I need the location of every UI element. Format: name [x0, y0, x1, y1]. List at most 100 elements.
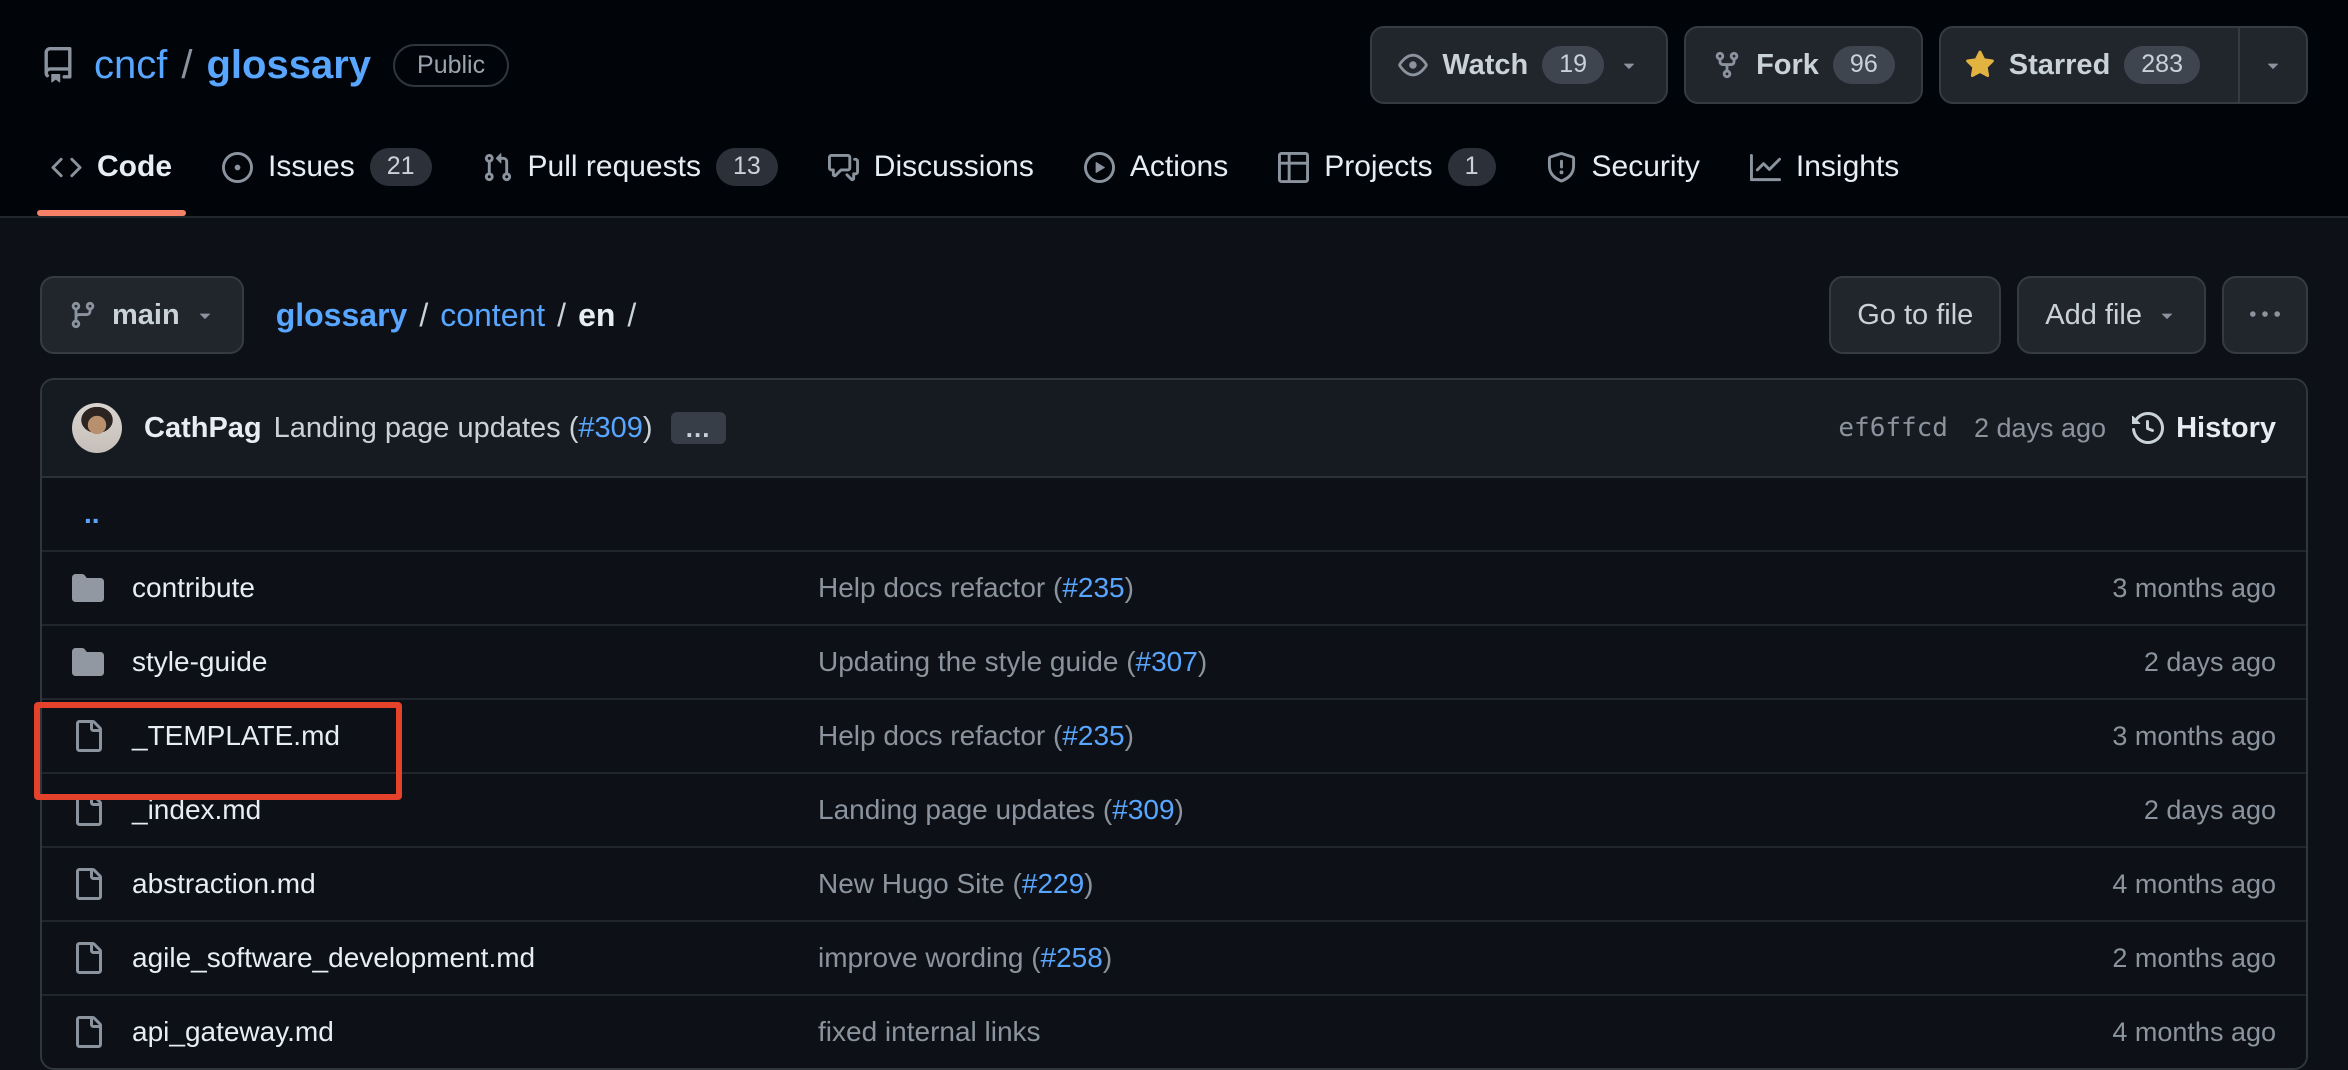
table-row-highlighted: _TEMPLATE.md Help docs refactor (#235) 3…: [42, 698, 2306, 772]
file-name-link[interactable]: _index.md: [132, 794, 261, 826]
branch-name: main: [112, 299, 180, 332]
file-name-link[interactable]: contribute: [132, 572, 255, 604]
tab-label: Discussions: [874, 150, 1034, 184]
age-cell: 3 months ago: [1986, 721, 2276, 752]
pr-link[interactable]: #309: [1112, 794, 1174, 825]
commit-message-cell[interactable]: Updating the style guide (#307): [818, 646, 1986, 678]
age-cell: 2 months ago: [1986, 943, 2276, 974]
pr-link[interactable]: #235: [1062, 572, 1124, 603]
table-row: _index.md Landing page updates (#309) 2 …: [42, 772, 2306, 846]
tab-security[interactable]: Security: [1528, 118, 1718, 216]
issues-count: 21: [370, 148, 432, 186]
commit-pr-link[interactable]: #309: [578, 412, 643, 444]
commit-message-cell[interactable]: New Hugo Site (#229): [818, 868, 1986, 900]
repo-header: cncf / glossary Public Watch 19 Fork 96 …: [0, 0, 2348, 218]
commit-message[interactable]: Landing page updates (#309): [274, 412, 653, 445]
file-name-link[interactable]: _TEMPLATE.md: [132, 720, 340, 752]
fork-icon: [1712, 50, 1742, 80]
commit-message-text: ): [1125, 572, 1134, 603]
star-label: Starred: [2009, 49, 2111, 82]
file-table: CathPag Landing page updates (#309) … ef…: [40, 378, 2308, 1070]
fork-label: Fork: [1756, 49, 1819, 82]
watch-count: 19: [1542, 46, 1604, 84]
git-branch-icon: [68, 300, 98, 330]
chevron-down-icon: [2262, 54, 2284, 76]
file-name-link[interactable]: api_gateway.md: [132, 1016, 334, 1048]
file-name-link[interactable]: abstraction.md: [132, 868, 316, 900]
folder-icon: [72, 646, 104, 678]
add-file-button[interactable]: Add file: [2017, 276, 2206, 354]
pr-link[interactable]: #258: [1041, 942, 1103, 973]
commit-meta: ef6ffcd 2 days ago History: [1838, 412, 2276, 445]
branch-selector-button[interactable]: main: [40, 276, 244, 354]
repo-content: main glossary / content / en / Go to fil…: [0, 276, 2348, 1070]
repo-name-link[interactable]: glossary: [206, 43, 371, 88]
breadcrumb-dir-link[interactable]: content: [440, 297, 545, 334]
pr-link[interactable]: #229: [1022, 868, 1084, 899]
repo-icon: [40, 47, 76, 83]
commit-sha-link[interactable]: ef6ffcd: [1838, 413, 1948, 443]
tab-insights[interactable]: Insights: [1732, 118, 1917, 216]
breadcrumb-separator: /: [557, 297, 566, 334]
table-row: contribute Help docs refactor (#235) 3 m…: [42, 550, 2306, 624]
star-icon: [1965, 50, 1995, 80]
parent-directory-row: ..: [42, 476, 2306, 550]
file-icon: [72, 794, 104, 826]
add-file-label: Add file: [2045, 299, 2142, 332]
star-dropdown-button[interactable]: [2238, 28, 2306, 102]
commit-expand-button[interactable]: …: [671, 412, 726, 444]
commit-message-cell[interactable]: Help docs refactor (#235): [818, 572, 1986, 604]
issue-opened-icon: [222, 152, 253, 183]
name-cell: _TEMPLATE.md: [72, 720, 818, 752]
watch-button[interactable]: Watch 19: [1370, 26, 1668, 104]
repo-title: cncf / glossary: [94, 43, 371, 88]
breadcrumb-separator: /: [419, 297, 428, 334]
breadcrumb-current-dir: en: [578, 297, 615, 334]
commit-message-text: Landing page updates (: [818, 794, 1112, 825]
star-count: 283: [2124, 46, 2200, 84]
avatar[interactable]: [72, 403, 122, 453]
more-options-button[interactable]: [2222, 276, 2308, 354]
file-name-link[interactable]: style-guide: [132, 646, 267, 678]
commit-message-cell[interactable]: improve wording (#258): [818, 942, 1986, 974]
watch-label: Watch: [1442, 49, 1528, 82]
commit-message-text: Updating the style guide (: [818, 646, 1136, 677]
tab-issues[interactable]: Issues 21: [204, 118, 450, 216]
repo-title-separator: /: [181, 43, 192, 88]
tab-projects[interactable]: Projects 1: [1260, 118, 1513, 216]
file-name-link[interactable]: agile_software_development.md: [132, 942, 535, 974]
commit-message-text: improve wording (: [818, 942, 1041, 973]
commit-message-text: Help docs refactor (: [818, 572, 1062, 603]
commit-message-cell[interactable]: fixed internal links: [818, 1016, 1986, 1048]
commit-message-cell[interactable]: Help docs refactor (#235): [818, 720, 1986, 752]
play-icon: [1084, 152, 1115, 183]
age-cell: 4 months ago: [1986, 1017, 2276, 1048]
projects-count: 1: [1448, 148, 1496, 186]
parent-directory-link[interactable]: ..: [84, 498, 100, 530]
repo-owner-link[interactable]: cncf: [94, 43, 167, 88]
name-cell: agile_software_development.md: [72, 942, 818, 974]
tab-discussions[interactable]: Discussions: [810, 118, 1052, 216]
tab-code[interactable]: Code: [33, 118, 190, 216]
age-cell: 3 months ago: [1986, 573, 2276, 604]
go-to-file-button[interactable]: Go to file: [1829, 276, 2001, 354]
commit-author-link[interactable]: CathPag: [144, 412, 262, 445]
table-row: agile_software_development.md improve wo…: [42, 920, 2306, 994]
commit-message-cell[interactable]: Landing page updates (#309): [818, 794, 1986, 826]
name-cell: style-guide: [72, 646, 818, 678]
pr-link[interactable]: #235: [1062, 720, 1124, 751]
history-button[interactable]: History: [2132, 412, 2276, 445]
tab-pull-requests[interactable]: Pull requests 13: [464, 118, 796, 216]
folder-icon: [72, 572, 104, 604]
project-icon: [1278, 152, 1309, 183]
breadcrumb-repo-link[interactable]: glossary: [276, 297, 408, 334]
pr-link[interactable]: #307: [1136, 646, 1198, 677]
tab-actions[interactable]: Actions: [1066, 118, 1246, 216]
star-button[interactable]: Starred 283: [1941, 28, 2224, 102]
history-icon: [2132, 412, 2164, 444]
tab-label: Code: [97, 150, 172, 184]
fork-button[interactable]: Fork 96: [1684, 26, 1923, 104]
repo-title-bar: cncf / glossary Public Watch 19 Fork 96 …: [0, 0, 2348, 118]
tab-label: Projects: [1324, 150, 1432, 184]
breadcrumb-separator: /: [627, 297, 636, 334]
